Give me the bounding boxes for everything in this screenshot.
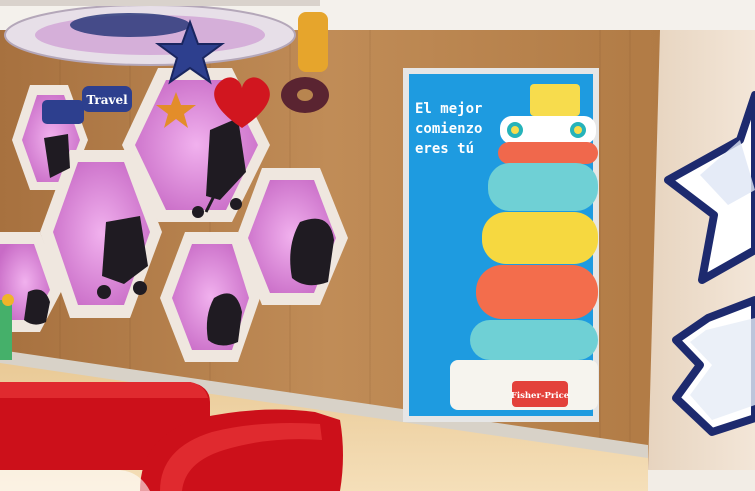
floor-toy [0,294,14,360]
poster-lightbox: El mejor comienzo eres tú Fisher-Price [403,68,599,422]
car-seat [290,218,334,286]
fisher-price-logo-text: Fisher-Price [511,391,570,401]
car-seat [24,289,50,325]
poster-headline-line3: eres tú [415,141,474,157]
travel-label: Travel [86,93,128,107]
hanging-box [42,100,84,124]
hanging-cylinder [298,12,328,72]
travel-sign: Travel [82,86,132,112]
poster-headline-line2: comienzo [415,121,482,137]
poster-headline-line1: El mejor [415,101,482,117]
fisher-price-logo: Fisher-Price [511,381,570,407]
store-scene: Travel El mejor comienzo eres tú Fisher-… [0,0,755,491]
